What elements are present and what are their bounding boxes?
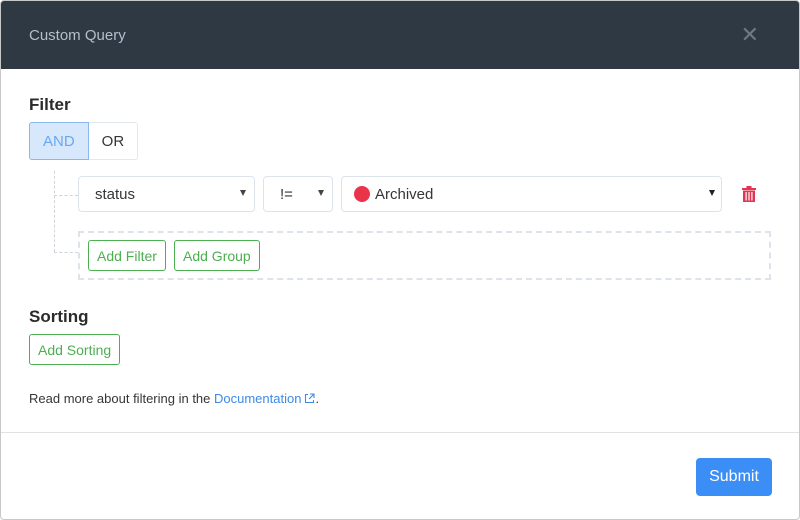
logic-toggle: AND OR	[29, 122, 139, 160]
status-color-dot-icon	[354, 186, 370, 202]
tree-connector	[54, 171, 55, 252]
custom-query-dialog: Custom Query ✕ Filter AND OR status != A…	[0, 0, 800, 520]
documentation-link-label: Documentation	[214, 391, 302, 406]
sorting-title: Sorting	[29, 307, 89, 326]
dialog-title: Custom Query	[29, 26, 126, 44]
add-sorting-button[interactable]: Add Sorting	[29, 334, 121, 365]
trash-icon[interactable]	[742, 186, 756, 202]
caret-down-icon	[709, 190, 715, 196]
help-text-suffix: .	[315, 391, 320, 406]
add-filter-button[interactable]: Add Filter	[88, 240, 166, 271]
value-select-value: Archived	[375, 185, 434, 203]
dialog-footer: Submit	[1, 432, 799, 519]
dialog-body: Filter AND OR status != Archived Add Fil…	[1, 69, 799, 432]
caret-down-icon	[318, 190, 324, 196]
dialog-header: Custom Query ✕	[1, 1, 799, 69]
documentation-link[interactable]: Documentation	[214, 391, 316, 406]
close-icon[interactable]: ✕	[741, 24, 759, 46]
filter-title: Filter	[29, 95, 71, 114]
operator-select[interactable]: !=	[263, 176, 333, 212]
logic-and-button[interactable]: AND	[29, 122, 89, 160]
value-select[interactable]: Archived	[341, 176, 722, 212]
caret-down-icon	[240, 190, 246, 196]
field-select[interactable]: status	[78, 176, 255, 212]
help-text-prefix: Read more about filtering in the	[29, 391, 214, 406]
submit-button[interactable]: Submit	[696, 458, 772, 496]
external-link-icon	[305, 393, 316, 404]
tree-connector	[54, 252, 78, 253]
operator-select-value: !=	[280, 185, 293, 203]
add-group-button[interactable]: Add Group	[174, 240, 260, 271]
tree-connector	[54, 195, 78, 196]
logic-or-button[interactable]: OR	[89, 123, 138, 159]
help-text: Read more about filtering in the Documen…	[29, 391, 319, 406]
field-select-value: status	[95, 185, 136, 203]
